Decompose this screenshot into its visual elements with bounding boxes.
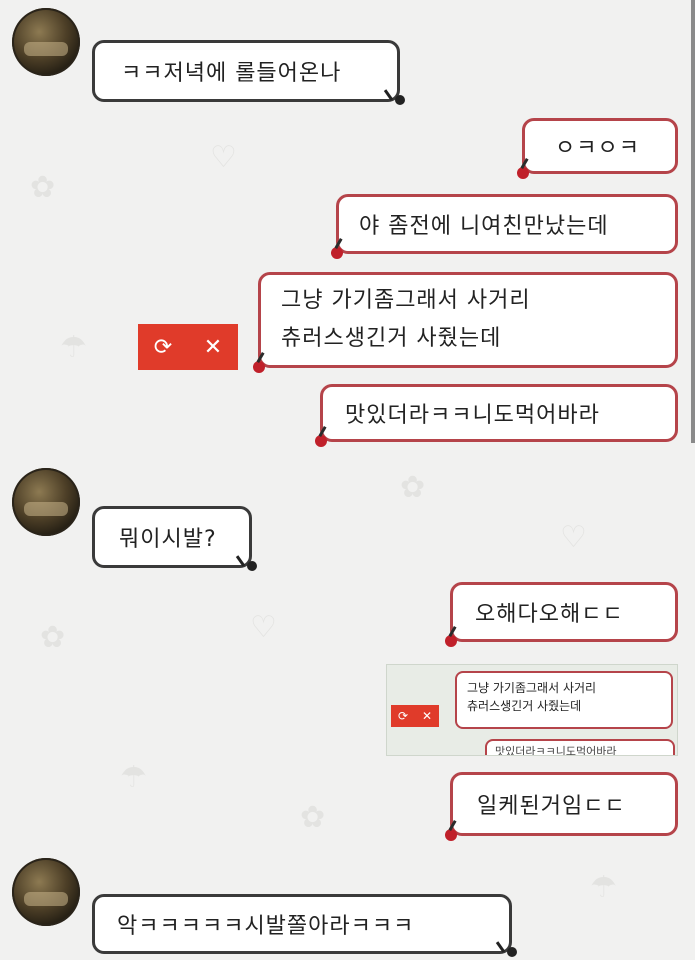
bubble-tail [507, 947, 517, 957]
sent-message[interactable]: 오해다오해ㄷㄷ [445, 582, 678, 647]
retry-icon[interactable]: ⟳ [154, 335, 172, 360]
cherry-icon [331, 247, 343, 259]
message-line: 그냥 가기좀그래서 사거리 [281, 288, 531, 313]
sent-message[interactable]: 야 좀전에 니여친만났는데 [331, 194, 678, 259]
sent-message[interactable]: 맛있더라ㅋㅋ니도먹어바라 [315, 384, 678, 447]
screenshot-bubble: 그냥 가기좀그래서 사거리 츄러스생긴거 사줬는데 [455, 671, 673, 729]
message-text: 일케된거임ㄷㄷ [477, 794, 626, 819]
bubble-tail [395, 95, 405, 105]
received-message[interactable]: 뭐이시발? [92, 506, 257, 571]
contact-avatar[interactable] [12, 468, 80, 536]
sent-message[interactable]: 일케된거임ㄷㄷ [445, 772, 678, 841]
cherry-icon [445, 829, 457, 841]
screenshot-partial-bubble: 맛있더라ㅋㅋ니도먹어바라 [485, 739, 675, 755]
cherry-icon [315, 435, 327, 447]
sent-message[interactable]: 그냥 가기좀그래서 사거리 츄러스생긴거 사줬는데 [253, 272, 678, 373]
contact-avatar[interactable] [12, 858, 80, 926]
cancel-icon[interactable]: ✕ [204, 335, 222, 360]
message-text: 오해다오해ㄷㄷ [475, 602, 624, 627]
cherry-icon [517, 167, 529, 179]
cherry-icon [445, 635, 457, 647]
message-text: 뭐이시발? [119, 527, 217, 552]
received-message[interactable]: ㅋㅋ저녁에 롤들어온나 [92, 40, 405, 105]
message-text: 야 좀전에 니여친만났는데 [359, 214, 609, 239]
message-text: 악ㅋㅋㅋㅋㅋ시발쫄아라ㅋㅋㅋ [117, 914, 415, 939]
sent-message[interactable]: ㅇㅋㅇㅋ [517, 118, 678, 179]
message-line: 츄러스생긴거 사줬는데 [281, 326, 502, 351]
received-message[interactable]: 악ㅋㅋㅋㅋㅋ시발쫄아라ㅋㅋㅋ [92, 894, 517, 957]
cherry-icon [253, 361, 265, 373]
contact-avatar[interactable] [12, 8, 80, 76]
message-text: 맛있더라ㅋㅋ니도먹어바라 [345, 403, 600, 428]
send-failed-thumbnail: ⟳ ✕ [391, 705, 439, 727]
bubble-tail [247, 561, 257, 571]
message-text: ㅇㅋㅇㅋ [555, 136, 640, 161]
scroll-indicator[interactable] [691, 0, 695, 443]
message-text: ㅋㅋ저녁에 롤들어온나 [121, 61, 342, 86]
send-failed-controls: ⟳ ✕ [138, 324, 238, 370]
sent-image-screenshot[interactable]: ⟳ ✕ 그냥 가기좀그래서 사거리 츄러스생긴거 사줬는데 맛있더라ㅋㅋ니도먹어바… [386, 664, 678, 756]
